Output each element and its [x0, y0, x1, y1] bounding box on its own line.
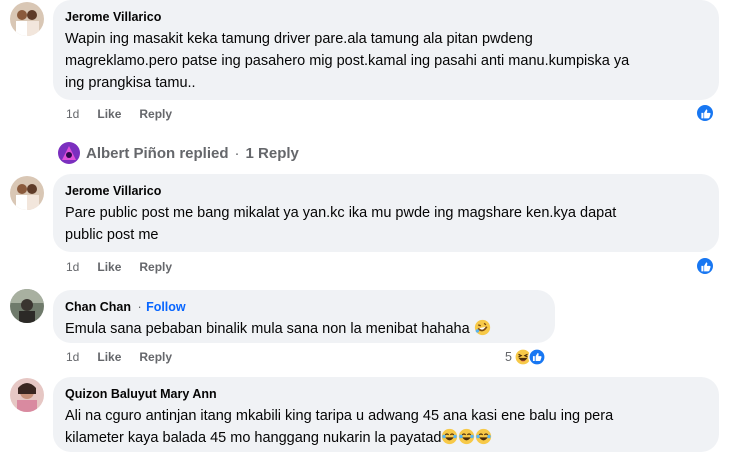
comment-text: Wapin ing masakit keka tamung driver par…: [65, 28, 707, 94]
avatar[interactable]: [10, 378, 44, 412]
comment-author[interactable]: Jerome Villarico: [65, 9, 161, 25]
reaction-summary[interactable]: 5: [505, 348, 546, 366]
comment-text-line: Pare public post me bang mikalat ya yan.…: [65, 205, 617, 221]
author-separator: ·: [137, 300, 142, 314]
avatar[interactable]: [10, 289, 44, 323]
view-replies-link[interactable]: Albert Piñon replied · 1 Reply: [58, 142, 299, 164]
reply-summary-name: Albert Piñon replied: [86, 144, 229, 162]
reply-count: 1 Reply: [245, 144, 299, 162]
comment-text-line: kilameter kaya balada 45 mo hanggang nuk…: [65, 430, 442, 446]
comment-text: Emula sana pebaban binalik mula sana non…: [65, 318, 543, 340]
comment-text-line: Ali na cguro antinjan itang mkabili king…: [65, 408, 614, 424]
reply-button[interactable]: Reply: [139, 350, 172, 364]
joy-emoji-icon: [458, 428, 475, 445]
comment-actions: 1d Like Reply: [66, 260, 172, 274]
comment-author[interactable]: Jerome Villarico: [65, 183, 161, 199]
like-button[interactable]: Like: [97, 260, 121, 274]
reply-button[interactable]: Reply: [139, 107, 172, 121]
comment-age[interactable]: 1d: [66, 350, 79, 364]
comment-text-line: Emula sana pebaban binalik mula sana non…: [65, 321, 470, 337]
comment-text-line: ing prangkisa tamu..: [65, 75, 196, 91]
joy-emoji-icon: [475, 428, 492, 445]
comment-text-line-with-emoji: kilameter kaya balada 45 mo hanggang nuk…: [65, 427, 707, 449]
joy-emoji-icon: [441, 428, 458, 445]
comment-bubble: Jerome Villarico Pare public post me ban…: [53, 174, 719, 252]
like-reaction-icon[interactable]: [695, 103, 715, 123]
comment-text: Pare public post me bang mikalat ya yan.…: [65, 202, 707, 246]
comment-bubble: Jerome Villarico Wapin ing masakit keka …: [53, 0, 719, 100]
comment-actions: 1d Like Reply: [66, 107, 172, 121]
comment-text-line: public post me: [65, 227, 159, 243]
comment-author[interactable]: Chan Chan: [65, 299, 131, 315]
comment-text: Ali na cguro antinjan itang mkabili king…: [65, 405, 707, 449]
comment-bubble: Quizon Baluyut Mary Ann Ali na cguro ant…: [53, 377, 719, 452]
like-button[interactable]: Like: [97, 107, 121, 121]
comment-age[interactable]: 1d: [66, 107, 79, 121]
like-button[interactable]: Like: [97, 350, 121, 364]
comment-actions: 1d Like Reply: [66, 350, 172, 364]
comment-text-line: magreklamo.pero patse ing pasahero mig p…: [65, 53, 630, 69]
replier-avatar: [58, 142, 80, 164]
comment-bubble: Chan Chan · Follow Emula sana pebaban bi…: [53, 290, 555, 343]
rofl-emoji-icon: [474, 319, 491, 336]
like-reaction-icon: [528, 348, 546, 366]
reply-button[interactable]: Reply: [139, 260, 172, 274]
comment-author[interactable]: Quizon Baluyut Mary Ann: [65, 386, 217, 402]
avatar[interactable]: [10, 2, 44, 36]
reaction-count: 5: [505, 350, 512, 364]
like-reaction-icon[interactable]: [695, 256, 715, 276]
reply-summary-dot: ·: [234, 144, 240, 162]
follow-button[interactable]: Follow: [146, 300, 186, 314]
comment-text-line: Wapin ing masakit keka tamung driver par…: [65, 31, 533, 47]
comment-age[interactable]: 1d: [66, 260, 79, 274]
avatar[interactable]: [10, 176, 44, 210]
